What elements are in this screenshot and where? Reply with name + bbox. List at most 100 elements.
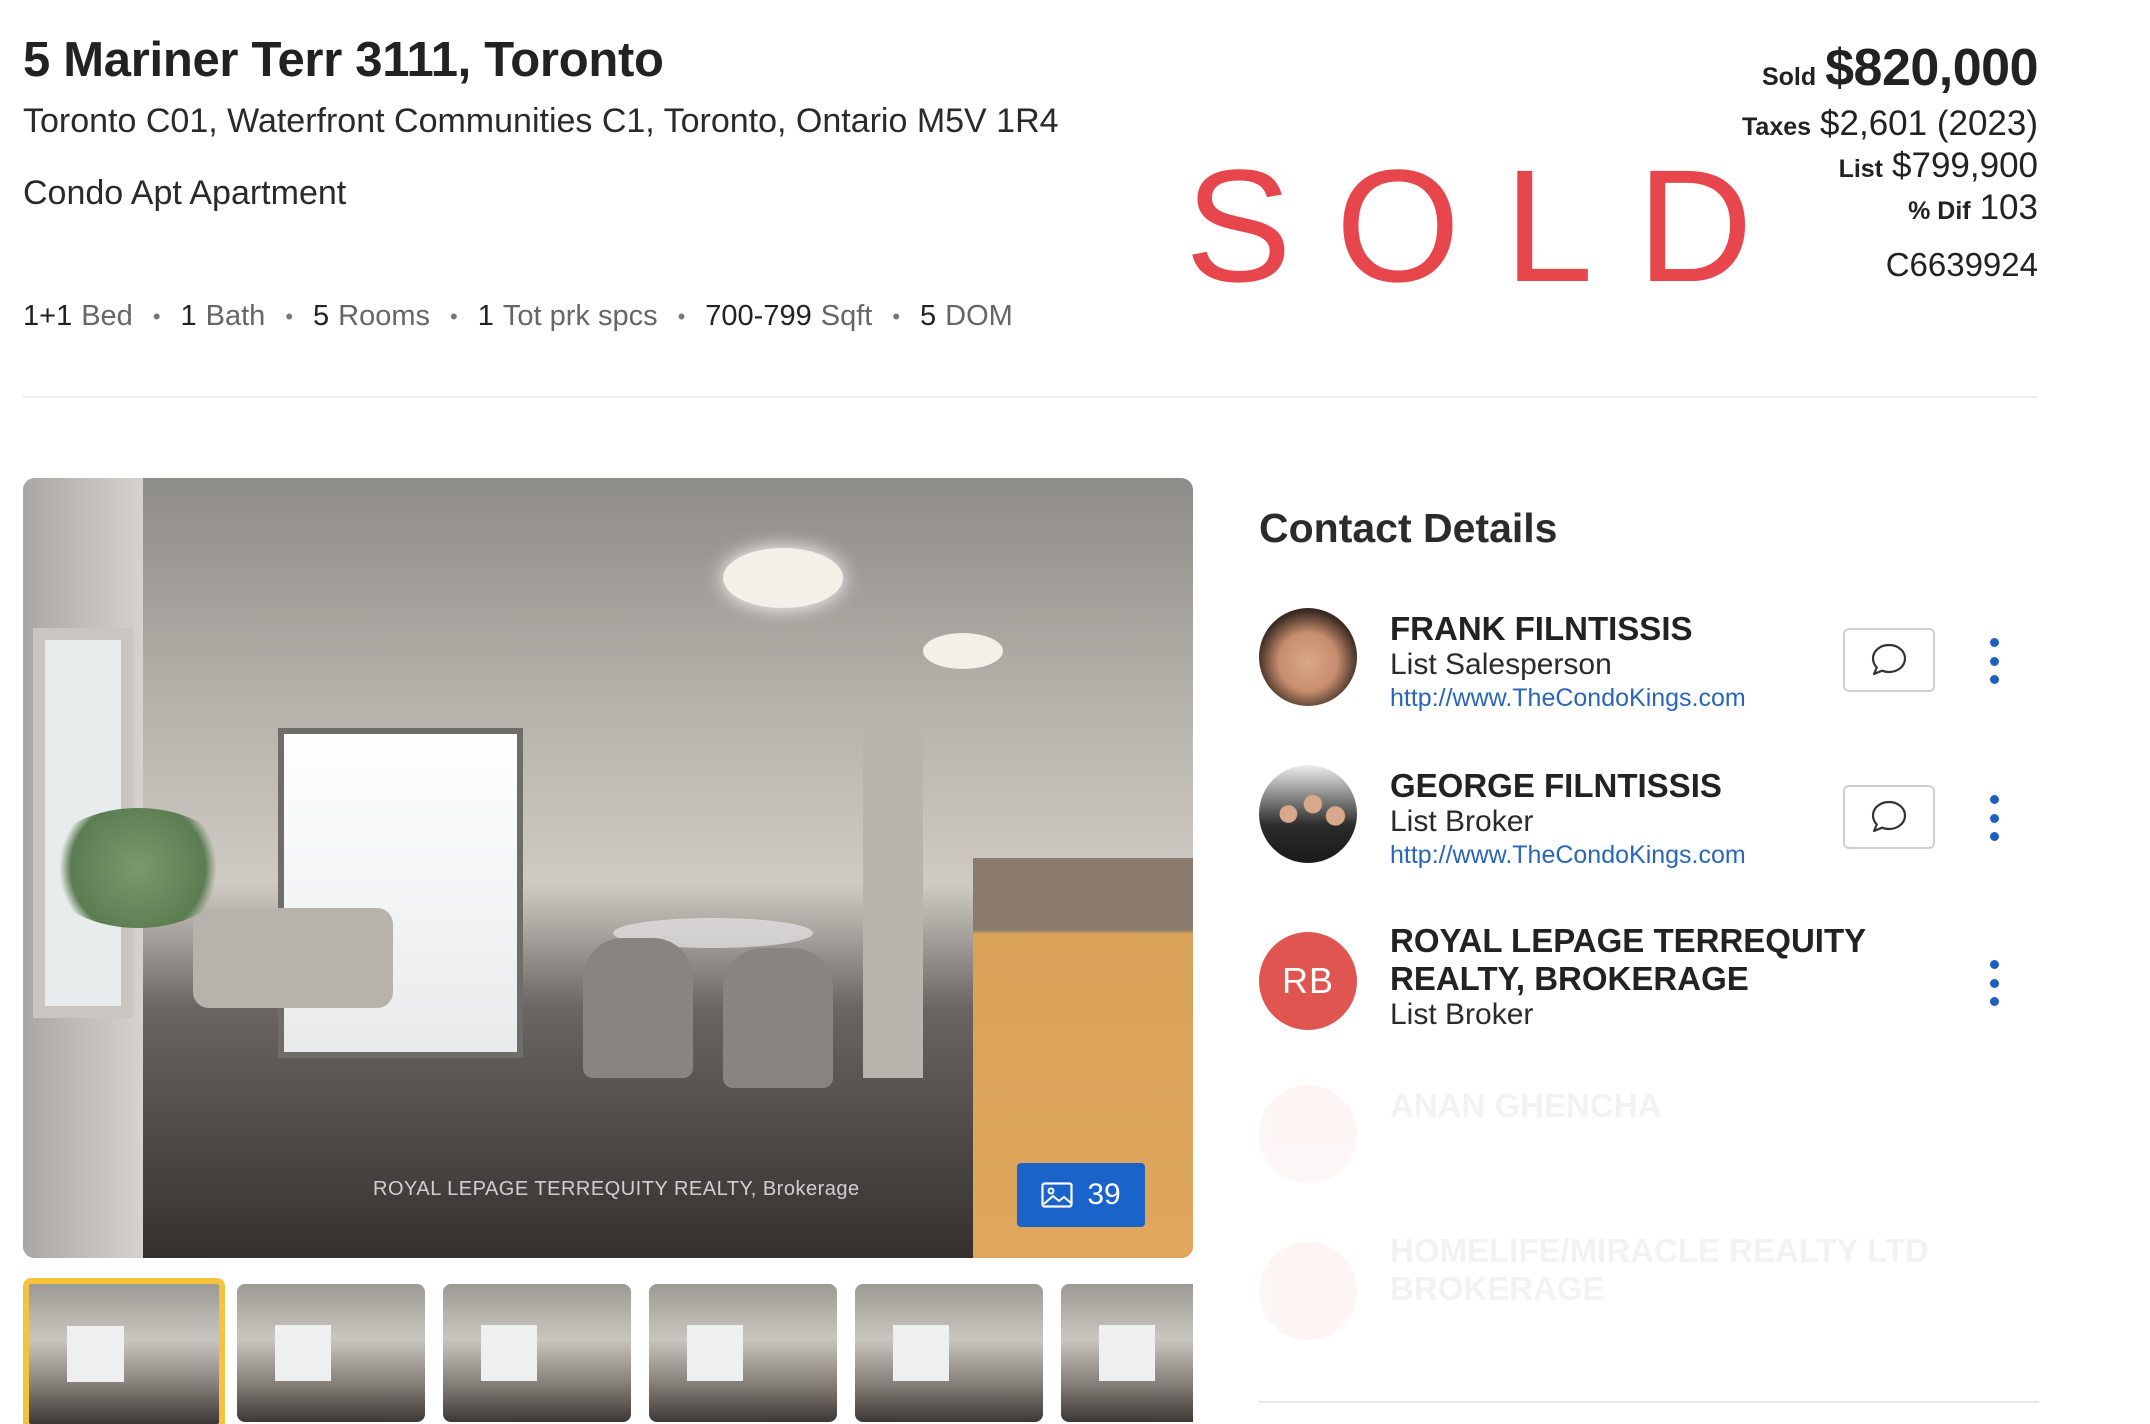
feature-value: 1 xyxy=(180,300,197,332)
thumbnail-strip xyxy=(23,1278,1193,1424)
contact-name: ANAN GHENCHA xyxy=(1390,1087,1662,1124)
contact-card: HOMELIFE/MIRACLE REALTY LTD BROKERAGE xyxy=(1259,1232,2059,1342)
thumbnail-detail xyxy=(1098,1325,1155,1381)
sold-price-value: $820,000 xyxy=(1825,39,2038,97)
contact-name-line: HOMELIFE/MIRACLE REALTY LTD xyxy=(1390,1232,1929,1269)
thumbnail[interactable] xyxy=(1061,1284,1193,1422)
photo-watermark: ROYAL LEPAGE TERREQUITY REALTY, Brokerag… xyxy=(373,1178,860,1200)
contact-role: List Broker xyxy=(1390,998,1534,1031)
feature-value: 1 xyxy=(477,300,494,332)
contact-name: FRANK FILNTISSIS xyxy=(1390,610,1693,647)
contact-website-link[interactable]: http://www.TheCondoKings.com xyxy=(1390,841,1746,870)
photo-detail xyxy=(923,633,1003,669)
feature-label: DOM xyxy=(945,300,1013,332)
contact-name-line: REALTY, BROKERAGE xyxy=(1390,960,1749,997)
photo-count-value: 39 xyxy=(1087,1178,1121,1211)
feature-value: 5 xyxy=(313,300,330,332)
thumbnail[interactable] xyxy=(23,1278,225,1424)
separator-dot: • xyxy=(450,303,458,329)
avatar xyxy=(1259,1242,1357,1340)
photo-detail xyxy=(583,938,693,1078)
contact-name: ROYAL LEPAGE TERREQUITY REALTY, BROKERAGE xyxy=(1390,922,1866,998)
taxes-row: Taxes $2,601 (2023) xyxy=(1742,104,2038,146)
contact-name-line: ROYAL LEPAGE TERREQUITY xyxy=(1390,922,1867,959)
feature-baths: 1 Bath xyxy=(181,300,266,333)
contact-card: FRANK FILNTISSIS List Salesperson http:/… xyxy=(1259,608,2059,712)
contact-role: List Broker xyxy=(1390,805,1534,838)
more-options-icon[interactable] xyxy=(1981,638,2007,684)
photo-detail xyxy=(863,728,923,1078)
avatar xyxy=(1259,608,1357,706)
avatar xyxy=(1259,765,1357,863)
sold-price-row: Sold $820,000 xyxy=(1742,38,2039,104)
percent-dif-row: % Dif 103 xyxy=(1742,188,2038,230)
main-photo[interactable]: ROYAL LEPAGE TERREQUITY REALTY, Brokerag… xyxy=(23,478,1193,1258)
contact-name: GEORGE FILNTISSIS xyxy=(1390,767,1722,804)
chat-bubble-icon xyxy=(1871,643,1907,676)
listing-title: 5 Mariner Terr 3111, Toronto xyxy=(23,33,664,87)
feature-sqft: 700-799 Sqft xyxy=(705,300,872,333)
percent-dif-value: 103 xyxy=(1979,188,2038,227)
separator-dot: • xyxy=(285,303,294,329)
more-options-icon[interactable] xyxy=(1981,795,2007,841)
avatar: RB xyxy=(1259,932,1357,1030)
photo-detail xyxy=(723,948,833,1088)
feature-label: Bed xyxy=(81,300,133,332)
list-price-value: $799,900 xyxy=(1892,146,2038,185)
thumbnail-detail xyxy=(892,1325,949,1381)
contact-name: HOMELIFE/MIRACLE REALTY LTD BROKERAGE xyxy=(1390,1232,1929,1308)
contact-card: ANAN GHENCHA xyxy=(1259,1085,2059,1185)
percent-dif-label: % Dif xyxy=(1908,197,1971,225)
feature-label: Bath xyxy=(205,300,266,332)
avatar xyxy=(1259,1085,1357,1183)
taxes-label: Taxes xyxy=(1742,113,1812,141)
price-block: Sold $820,000 Taxes $2,601 (2023) List $… xyxy=(1742,38,2038,284)
taxes-value: $2,601 (2023) xyxy=(1820,104,2038,143)
sold-price-label: Sold xyxy=(1761,63,1817,91)
separator-dot: • xyxy=(892,303,901,329)
feature-rooms: 5 Rooms xyxy=(313,300,430,333)
feature-value: 1+1 xyxy=(23,300,73,332)
thumbnail-detail xyxy=(67,1326,124,1382)
contact-name-line: BROKERAGE xyxy=(1390,1270,1605,1307)
property-type: Condo Apt Apartment xyxy=(23,174,347,212)
contact-card: GEORGE FILNTISSIS List Broker http://www… xyxy=(1259,765,2059,869)
feature-label: Tot prk spcs xyxy=(502,300,658,332)
more-options-icon[interactable] xyxy=(1981,960,2007,1006)
feature-parking: 1 Tot prk spcs xyxy=(478,300,658,333)
chat-button[interactable] xyxy=(1843,628,1935,692)
list-price-label: List xyxy=(1838,155,1884,183)
thumbnail-detail xyxy=(480,1325,537,1381)
separator-dot: • xyxy=(677,303,686,329)
photo-detail xyxy=(278,728,523,1058)
contact-divider xyxy=(1259,1401,2039,1403)
header-divider xyxy=(23,396,2038,398)
feature-list: 1+1 Bed • 1 Bath • 5 Rooms • 1 Tot prk spcs … xyxy=(23,300,1013,333)
feature-label: Rooms xyxy=(338,300,431,332)
thumbnail[interactable] xyxy=(649,1284,837,1422)
photo-count-button[interactable]: 39 xyxy=(1017,1163,1145,1227)
list-price-row: List $799,900 xyxy=(1742,146,2038,188)
thumbnail[interactable] xyxy=(237,1284,425,1422)
feature-value: 700-799 xyxy=(705,300,812,332)
photo-detail xyxy=(193,908,393,1008)
contact-role: List Salesperson xyxy=(1390,648,1612,681)
separator-dot: • xyxy=(152,303,161,329)
thumbnail-detail xyxy=(274,1325,331,1381)
listing-address: Toronto C01, Waterfront Communities C1, … xyxy=(23,102,1059,140)
contact-details-title: Contact Details xyxy=(1259,505,1558,551)
thumbnail[interactable] xyxy=(855,1284,1043,1422)
feature-beds: 1+1 Bed xyxy=(23,300,133,333)
thumbnail-detail xyxy=(686,1325,743,1381)
photo-detail xyxy=(723,548,843,608)
feature-value: 5 xyxy=(920,300,937,332)
mls-number: C6639924 xyxy=(1885,246,2038,283)
chat-button[interactable] xyxy=(1843,785,1935,849)
chat-bubble-icon xyxy=(1871,800,1907,833)
contact-website-link[interactable]: http://www.TheCondoKings.com xyxy=(1390,684,1746,713)
image-icon xyxy=(1041,1182,1073,1208)
feature-dom: 5 DOM xyxy=(920,300,1013,333)
photo-detail xyxy=(43,808,233,928)
feature-label: Sqft xyxy=(820,300,873,332)
thumbnail[interactable] xyxy=(443,1284,631,1422)
